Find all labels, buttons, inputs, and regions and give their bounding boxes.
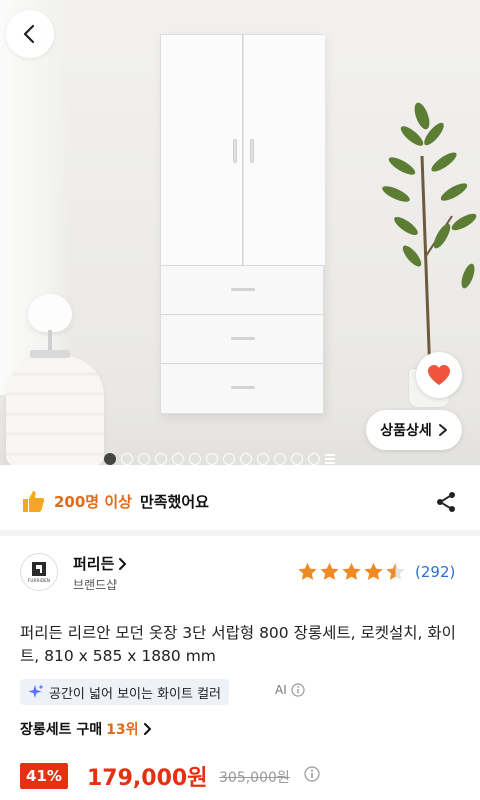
pagination-dot[interactable] <box>325 454 335 464</box>
category-ranking-link[interactable]: 장롱세트 구매 13위 <box>20 719 152 739</box>
chevron-right-icon <box>438 424 447 436</box>
satisfaction-count: 200명 이상 <box>54 492 132 511</box>
chevron-left-icon <box>23 24 35 44</box>
pagination-dot[interactable] <box>104 453 116 465</box>
brand-name: 퍼리든 <box>73 555 115 573</box>
heart-icon <box>428 365 450 385</box>
pagination-dot[interactable] <box>308 453 320 465</box>
star-icon <box>364 562 383 580</box>
star-icon <box>320 562 339 580</box>
lamp-illustration <box>28 294 72 332</box>
ai-info[interactable]: AI <box>275 683 305 697</box>
brand-logo-text: FURRIDEN <box>27 577 51 583</box>
chevron-right-icon <box>119 557 127 570</box>
pagination-dot[interactable] <box>206 453 218 465</box>
product-detail-button[interactable]: 상품상세 <box>366 410 462 450</box>
ai-label: AI <box>275 683 287 697</box>
ai-summary-text: 공간이 넓어 보이는 화이트 컬러 <box>49 686 222 702</box>
wardrobe-illustration <box>160 34 325 414</box>
pagination-dot[interactable] <box>274 453 286 465</box>
wishlist-button[interactable] <box>416 352 462 398</box>
pagination-dot[interactable] <box>291 453 303 465</box>
share-button[interactable] <box>432 488 460 516</box>
discount-badge: 41% <box>20 763 68 789</box>
pagination-dot[interactable] <box>257 453 269 465</box>
ai-summary-chip[interactable]: 공간이 넓어 보이는 화이트 컬러 <box>20 679 230 705</box>
satisfaction-row: 200명 이상 만족했어요 <box>20 486 209 516</box>
chevron-right-icon <box>143 723 151 735</box>
product-title: 퍼리든 리르안 모던 옷장 3단 서랍형 800 장롱세트, 로켓설치, 화이트… <box>20 624 456 665</box>
product-image[interactable]: 상품상세 <box>0 0 480 465</box>
product-detail-label: 상품상세 <box>380 423 432 439</box>
ranking-prefix: 장롱세트 구매 <box>20 722 103 738</box>
wardrobe-door-left <box>161 35 243 265</box>
review-count[interactable]: (292) <box>415 563 455 581</box>
pagination-dot[interactable] <box>172 453 184 465</box>
wardrobe-drawer <box>161 265 323 313</box>
pagination-dot[interactable] <box>189 453 201 465</box>
pagination-dot[interactable] <box>223 453 235 465</box>
wardrobe-drawer <box>161 363 323 411</box>
pagination-dot[interactable] <box>138 453 150 465</box>
section-divider <box>0 530 480 536</box>
star-icon <box>386 562 405 580</box>
pagination-dot[interactable] <box>240 453 252 465</box>
info-icon <box>304 766 320 782</box>
pagination-dot[interactable] <box>155 453 167 465</box>
brand-shop-label: 브랜드샵 <box>73 578 118 592</box>
plant-illustration <box>382 102 477 376</box>
share-icon <box>437 492 455 512</box>
info-icon <box>291 683 305 697</box>
door-handle <box>233 139 237 163</box>
wardrobe-door-right <box>243 35 325 265</box>
brand-name-link[interactable]: 퍼리든 <box>73 553 127 574</box>
thumbs-up-icon <box>23 491 45 512</box>
wardrobe-drawer <box>161 314 323 362</box>
brand-logo[interactable]: FURRIDEN <box>20 553 58 591</box>
star-icon <box>342 562 361 580</box>
back-button[interactable] <box>6 10 54 58</box>
price-info-button[interactable] <box>304 766 320 786</box>
satisfaction-text: 만족했어요 <box>139 492 209 511</box>
brand-logo-mark <box>32 561 46 576</box>
sparkle-icon <box>28 684 44 698</box>
sale-price: 179,000원 <box>87 766 208 791</box>
ranking-value: 13위 <box>106 722 139 738</box>
rating-summary[interactable]: (292) <box>297 562 455 582</box>
original-price: 305,000원 <box>219 770 290 786</box>
pagination-dot[interactable] <box>121 453 133 465</box>
stool-illustration <box>6 356 104 465</box>
door-handle <box>250 139 254 163</box>
image-pagination[interactable] <box>104 453 335 465</box>
star-icon <box>298 562 317 580</box>
star-rating <box>297 562 406 582</box>
